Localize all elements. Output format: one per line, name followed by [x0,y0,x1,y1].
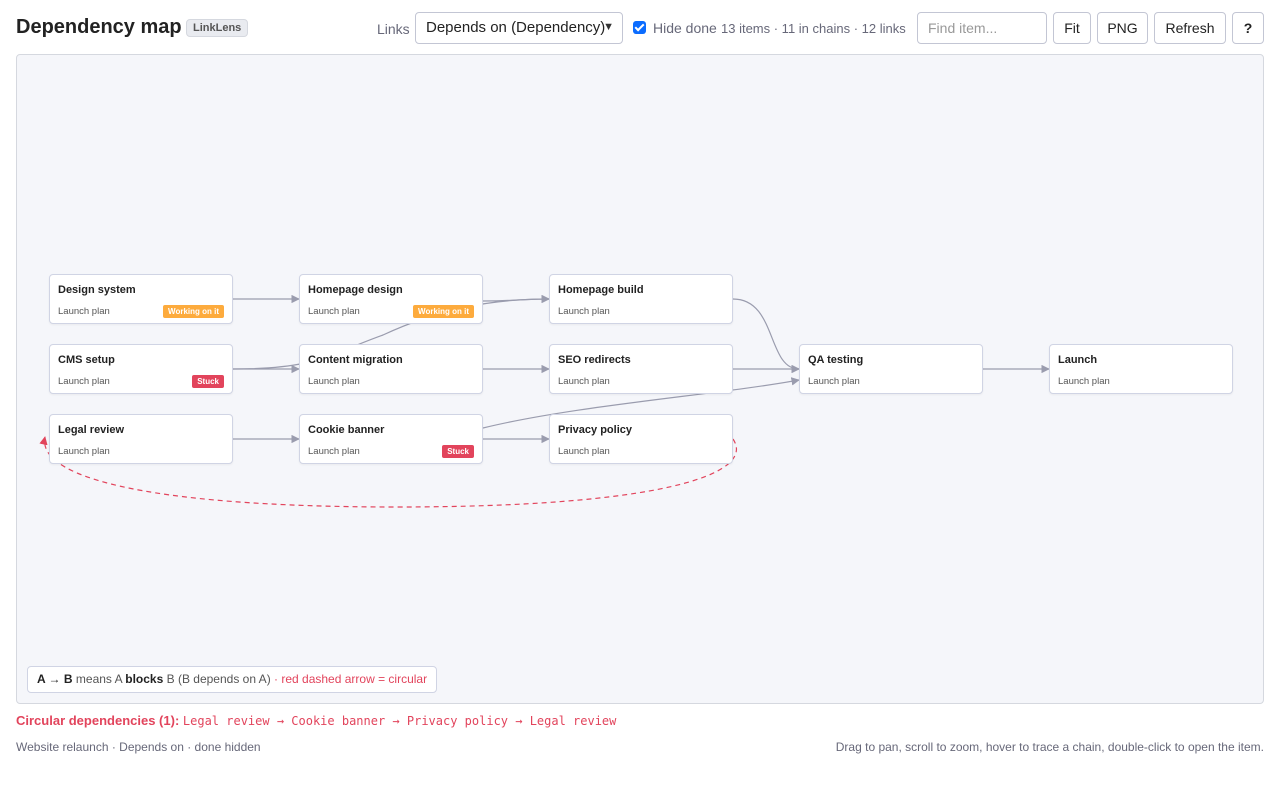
node-name: Content migration [308,354,403,366]
page-title: Dependency map [16,16,182,38]
graph-stats: 13 items · 11 in chains · 12 links [721,21,906,36]
node-board: Launch plan [308,376,360,387]
edge-homepage-build-qa-testing [732,298,800,374]
node-qa-testing[interactable]: QA testing Launch plan [799,344,983,394]
status-badge: Stuck [192,375,224,388]
node-board: Launch plan [58,306,110,317]
node-legal-review[interactable]: Legal review Launch plan [49,414,233,464]
node-board: Launch plan [558,446,610,457]
legend-b-depends: B (B depends on A) [163,672,271,686]
node-board: Launch plan [308,446,360,457]
node-name: Legal review [58,424,125,436]
node-name: QA testing [808,354,864,366]
links-type-select[interactable]: Depends on (Dependency) ▼ [415,12,623,44]
links-type-select-value: Depends on (Dependency) [426,19,606,36]
node-content-migration[interactable]: Content migration Launch plan [299,344,483,394]
legend-blocks: blocks [125,672,164,686]
footer-context: Website relaunch · Depends on · done hid… [16,740,261,754]
node-name: Design system [58,284,136,296]
chevron-down-icon: ▼ [603,21,614,33]
find-item-input[interactable]: Find item... [917,12,1047,44]
toolbar: Dependency map LinkLens Links Depends on… [16,11,1264,45]
node-name: Privacy policy [558,424,632,436]
app-badge: LinkLens [186,19,249,37]
png-export-button[interactable]: PNG [1097,12,1148,44]
help-button[interactable]: ? [1232,12,1264,44]
node-cookie-banner[interactable]: Cookie banner Launch plan Stuck [299,414,483,464]
node-name: Cookie banner [308,424,385,436]
node-homepage-design[interactable]: Homepage design Launch plan Working on i… [299,274,483,324]
node-board: Launch plan [308,306,360,317]
graph-legend: A → B means A blocks B (B depends on A) … [27,666,438,693]
circular-label: Circular dependencies (1): [16,713,180,728]
legend-circular-note: · red dashed arrow = circular [270,672,428,686]
node-cms-setup[interactable]: CMS setup Launch plan Stuck [49,344,233,394]
dependency-graph-canvas[interactable]: Design system Launch plan Working on it … [16,54,1264,704]
status-badge: Working on it [163,305,224,318]
node-board: Launch plan [1058,376,1110,387]
status-badge: Working on it [413,305,474,318]
node-homepage-build[interactable]: Homepage build Launch plan [549,274,733,324]
node-name: Launch [1058,354,1098,366]
node-name: SEO redirects [558,354,631,366]
status-badge: Stuck [442,445,474,458]
hide-done-label[interactable]: Hide done [653,20,717,36]
node-design-system[interactable]: Design system Launch plan Working on it [49,274,233,324]
node-board: Launch plan [58,446,110,457]
refresh-button[interactable]: Refresh [1154,12,1226,44]
node-name: CMS setup [58,354,115,366]
legend-means-a: means A [72,672,126,686]
footer-help-text: Drag to pan, scroll to zoom, hover to tr… [835,740,1264,754]
node-board: Launch plan [558,306,610,317]
legend-a-arrow-b: A → B [37,672,73,686]
hide-done-checkbox[interactable] [633,21,646,34]
links-label: Links [377,21,410,37]
node-name: Homepage design [308,284,403,296]
circular-chain[interactable]: Legal review → Cookie banner → Privacy p… [183,714,616,728]
node-board: Launch plan [58,376,110,387]
circular-dependencies-warning: Circular dependencies (1): Legal review … [16,713,616,728]
node-name: Homepage build [558,284,644,296]
node-board: Launch plan [808,376,860,387]
fit-button[interactable]: Fit [1053,12,1091,44]
node-privacy-policy[interactable]: Privacy policy Launch plan [549,414,733,464]
node-board: Launch plan [558,376,610,387]
node-launch[interactable]: Launch Launch plan [1049,344,1233,394]
node-seo-redirects[interactable]: SEO redirects Launch plan [549,344,733,394]
